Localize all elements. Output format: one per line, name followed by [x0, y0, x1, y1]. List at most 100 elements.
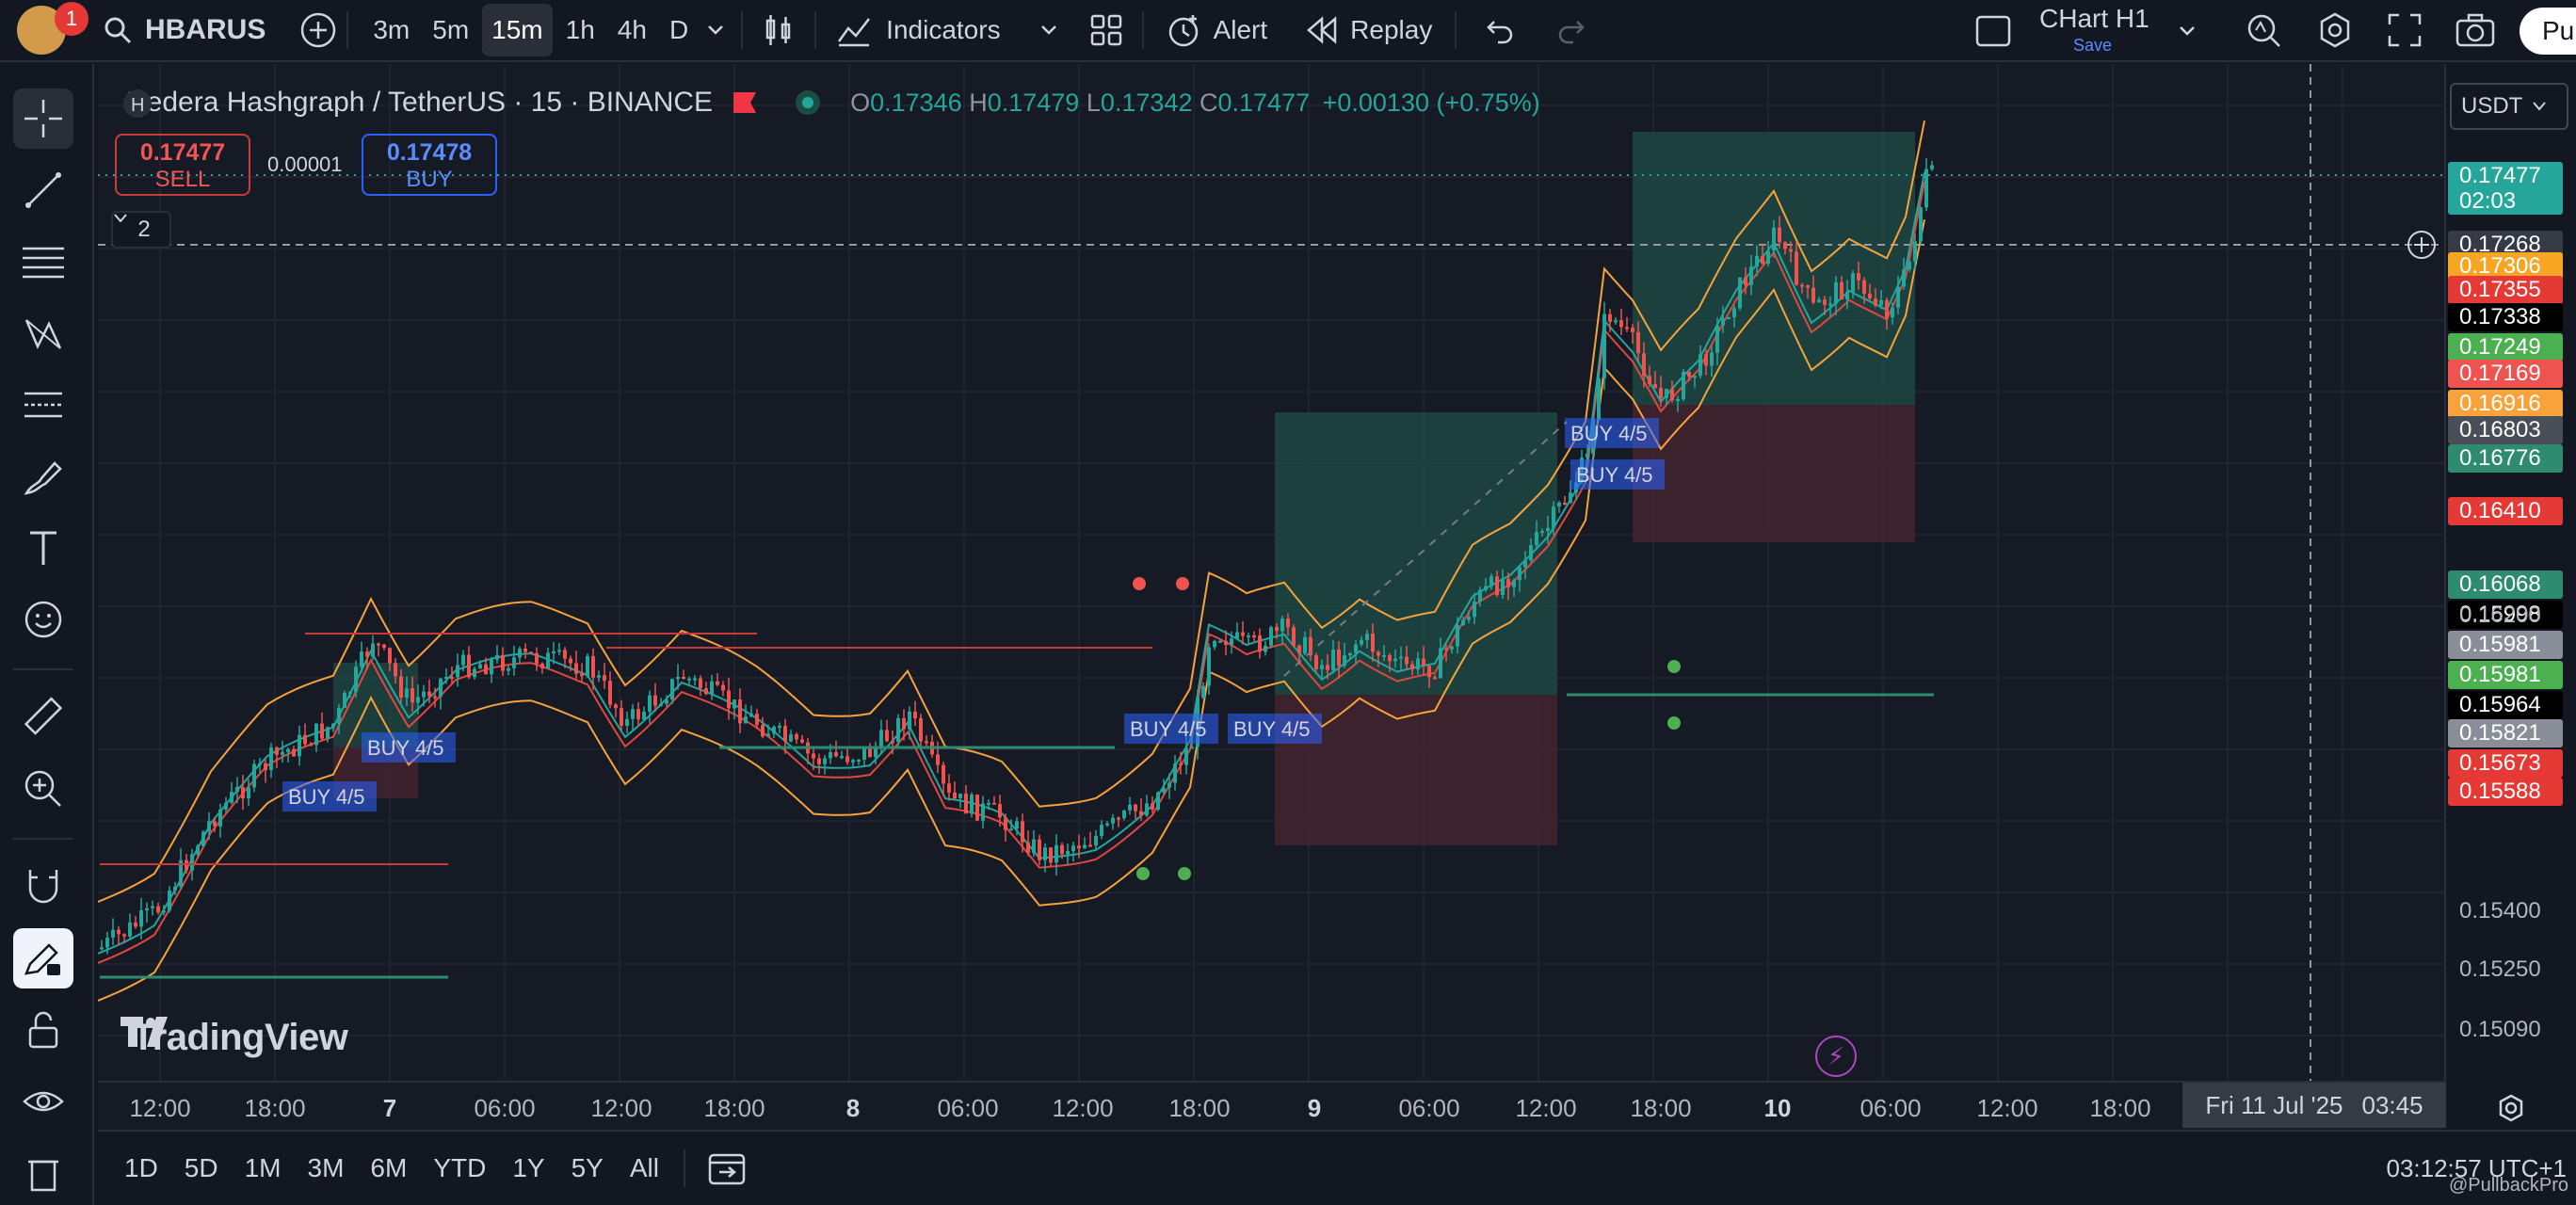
range-buttons: 1D 5D 1M 3M 6M YTD 1Y 5Y All — [98, 1153, 659, 1183]
buy-button[interactable]: 0.17478 BUY — [362, 134, 497, 196]
flag-icon[interactable] — [733, 92, 757, 113]
candle — [857, 760, 861, 762]
candle — [879, 730, 883, 747]
chevron-down-icon[interactable] — [1038, 20, 1059, 40]
candle — [258, 763, 262, 765]
candle — [1162, 787, 1166, 793]
emoji-tool[interactable] — [13, 589, 73, 650]
candle — [1518, 567, 1521, 581]
time-tick: 18:00 — [703, 1094, 765, 1122]
symbol-title[interactable]: Hedera Hashgraph / TetherUS · 15 · BINAN… — [126, 87, 713, 119]
lock-all-tool[interactable] — [13, 1000, 73, 1060]
add-symbol-icon[interactable] — [299, 11, 337, 49]
range-all[interactable]: All — [630, 1153, 659, 1183]
candle — [1501, 578, 1505, 595]
candle — [1134, 804, 1137, 811]
ruler-tool[interactable] — [13, 687, 73, 747]
candle — [1066, 851, 1070, 855]
lock-drawing-mode[interactable] — [13, 928, 73, 988]
candle — [1247, 635, 1250, 638]
candle — [388, 648, 392, 664]
candle — [196, 845, 200, 855]
candle — [1009, 828, 1013, 831]
undo-icon[interactable] — [1485, 16, 1515, 44]
indicators-button[interactable]: Indicators — [886, 4, 1000, 56]
hide-tool[interactable] — [13, 1071, 73, 1132]
timeframe-4h[interactable]: 4h — [608, 4, 656, 56]
timeframe-15m[interactable]: 15m — [482, 4, 553, 56]
lightning-icon[interactable]: ⚡ — [1815, 1036, 1857, 1077]
candle — [252, 763, 256, 788]
candle — [1235, 632, 1239, 639]
candle — [1727, 317, 1731, 320]
candle — [1874, 298, 1877, 306]
pro-button[interactable]: Pu — [2520, 8, 2576, 55]
range-6m[interactable]: 6M — [370, 1153, 407, 1183]
candles-icon[interactable] — [762, 11, 796, 49]
symbol-search[interactable]: HBARUS — [145, 4, 266, 56]
candle — [1060, 844, 1064, 855]
chevron-down-icon[interactable] — [2177, 21, 2198, 41]
candle — [1885, 300, 1889, 318]
candle — [495, 654, 499, 660]
range-1y[interactable]: 1Y — [512, 1153, 544, 1183]
pattern-tool[interactable] — [13, 303, 73, 363]
magnet-tool[interactable] — [13, 857, 73, 917]
range-ytd[interactable]: YTD — [433, 1153, 486, 1183]
indicator-collapse-button[interactable]: 2 — [111, 211, 171, 249]
settings-gear-icon[interactable] — [2497, 1094, 2525, 1122]
candle — [761, 725, 765, 737]
candle — [484, 664, 488, 675]
timeframe-1h[interactable]: 1h — [556, 4, 604, 56]
price-scale[interactable]: USDT 0.17477 02:03 0.17268 0.17306 0.17355 0.… — [2444, 64, 2576, 1092]
layout-window-icon[interactable] — [1975, 15, 2011, 47]
layout-name[interactable]: CHart H1 — [2039, 4, 2149, 34]
range-5y[interactable]: 5Y — [572, 1153, 604, 1183]
user-avatar[interactable]: 1 — [17, 2, 89, 55]
indicators-icon — [838, 18, 871, 47]
candle — [1891, 307, 1894, 318]
timeframe-D[interactable]: D — [660, 4, 698, 56]
crosshair-tool[interactable] — [13, 88, 73, 149]
horizontal-lines-tool[interactable] — [13, 232, 73, 292]
price-label: 0.17338 — [2448, 303, 2563, 331]
alert-button[interactable]: Alert — [1214, 4, 1268, 56]
candle — [461, 654, 465, 666]
redo-icon[interactable] — [1556, 16, 1586, 44]
remove-tool[interactable] — [13, 1143, 73, 1203]
take-profit-zone — [1275, 412, 1557, 695]
timeframe-5m[interactable]: 5m — [423, 4, 478, 56]
trend-line-tool[interactable] — [13, 160, 73, 220]
layout-grid-icon[interactable] — [1089, 13, 1123, 47]
timeframe-3m[interactable]: 3m — [363, 4, 419, 56]
price-label: 0.15981 — [2448, 661, 2563, 689]
brush-tool[interactable] — [13, 446, 73, 506]
candle — [1427, 666, 1431, 678]
range-3m[interactable]: 3M — [308, 1153, 345, 1183]
chevron-down-icon[interactable] — [705, 20, 726, 40]
currency-selector[interactable]: USDT — [2450, 83, 2568, 130]
fullscreen-icon[interactable] — [2388, 13, 2422, 47]
sell-button[interactable]: 0.17477 SELL — [115, 134, 250, 196]
camera-icon[interactable] — [2455, 13, 2495, 47]
chart-pane[interactable]: BUY 4/5 BUY 4/5 BUY 4/5 BUY 4/5 BUY 4/5 BUY 4… — [98, 64, 2444, 1092]
candle — [1456, 625, 1459, 647]
quick-search-icon[interactable] — [2245, 11, 2282, 49]
range-5d[interactable]: 5D — [185, 1153, 218, 1183]
save-status[interactable]: Save — [2073, 36, 2112, 56]
time-axis[interactable]: 12:00 18:00 7 06:00 12:00 18:00 8 06:00 12:00 18:… — [98, 1081, 2523, 1130]
price-chart[interactable]: BUY 4/5 BUY 4/5 BUY 4/5 BUY 4/5 BUY 4/5 BUY 4… — [98, 64, 2444, 1081]
goto-date-icon[interactable] — [708, 1151, 746, 1185]
range-1m[interactable]: 1M — [245, 1153, 282, 1183]
signal-dot — [1136, 867, 1150, 880]
settings-gear-icon[interactable] — [2316, 11, 2354, 49]
smiley-icon — [24, 601, 62, 638]
range-1d[interactable]: 1D — [124, 1153, 158, 1183]
candle — [371, 643, 375, 657]
spread-value: 0.00001 — [267, 153, 343, 176]
candle — [1055, 844, 1058, 863]
zoom-tool[interactable] — [13, 759, 73, 819]
text-tool[interactable] — [13, 518, 73, 578]
replay-button[interactable]: Replay — [1350, 4, 1432, 56]
forecast-tool[interactable] — [13, 375, 73, 435]
